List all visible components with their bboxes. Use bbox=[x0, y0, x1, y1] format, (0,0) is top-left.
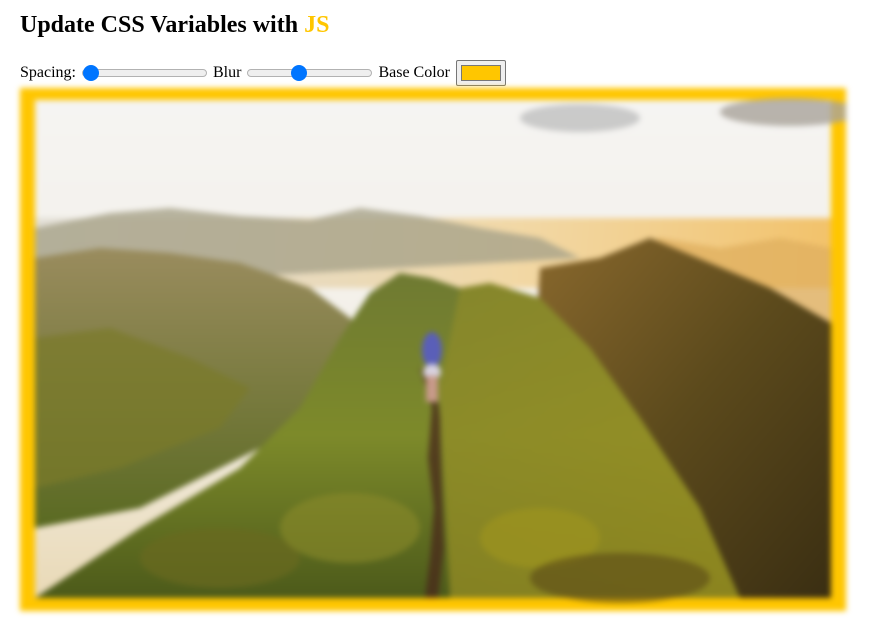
title-highlight-js: JS bbox=[304, 12, 330, 38]
spacing-slider[interactable] bbox=[82, 65, 207, 81]
hiker bbox=[422, 332, 442, 368]
title-prefix: Update CSS Variables with bbox=[20, 12, 305, 38]
page-title: Update CSS Variables with JS bbox=[20, 11, 329, 39]
blur-slider[interactable] bbox=[247, 65, 373, 81]
controls-bar: Spacing: Blur Base Color bbox=[20, 60, 506, 86]
blur-label: Blur bbox=[213, 64, 242, 81]
mountain-photo bbox=[20, 88, 846, 611]
spacing-label: Spacing: bbox=[20, 64, 76, 81]
blurred-photo-frame bbox=[20, 88, 846, 611]
base-color-label: Base Color bbox=[378, 64, 450, 81]
base-color-swatch bbox=[461, 65, 501, 81]
page: Update CSS Variables with JS Spacing: Bl… bbox=[0, 0, 869, 627]
photo-content bbox=[35, 98, 846, 603]
base-color-picker[interactable] bbox=[456, 60, 506, 86]
